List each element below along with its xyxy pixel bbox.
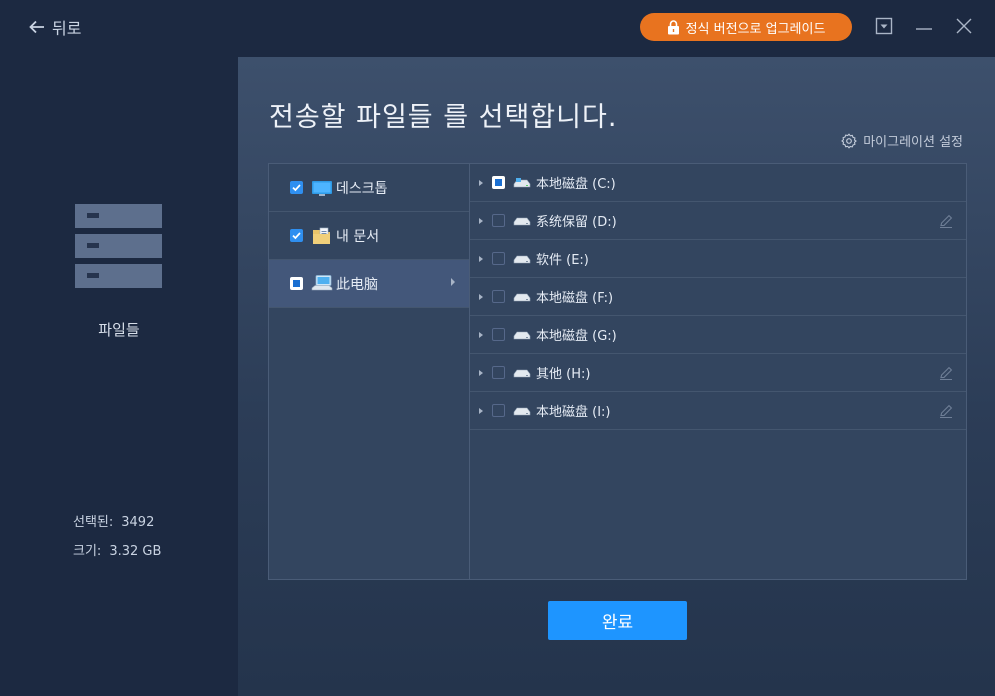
drive-row[interactable]: 本地磁盘 (G:) xyxy=(470,316,966,354)
drive-row[interactable]: 其他 (H:) xyxy=(470,354,966,392)
documents-folder-icon xyxy=(311,226,333,246)
minimize-button[interactable] xyxy=(912,14,936,38)
dropdown-icon xyxy=(875,17,893,35)
minimize-icon xyxy=(916,28,932,30)
category-label: 此电脑 xyxy=(336,276,378,293)
category-label: 내 문서 xyxy=(336,228,380,245)
drive-icon xyxy=(513,291,531,303)
checkmark-icon xyxy=(292,232,301,240)
checkbox[interactable] xyxy=(290,181,303,194)
drive-label: 本地磁盘 (I:) xyxy=(536,405,611,420)
category-documents[interactable]: 내 문서 xyxy=(269,212,469,260)
expand-arrow-icon[interactable] xyxy=(479,217,483,224)
size-label: 크기: xyxy=(73,544,102,559)
system-drive-icon xyxy=(513,177,531,189)
drive-icon xyxy=(513,253,531,265)
lock-icon xyxy=(667,19,679,34)
done-button[interactable]: 완료 xyxy=(548,601,687,640)
file-selection-panel: 데스크톱 내 문서 此电脑 本地磁盘 (C:) 系统保留 (D:) 软件 (E:) 本… xyxy=(268,163,967,580)
checkbox[interactable] xyxy=(492,290,505,303)
main-content: 전송할 파일들 를 선택합니다. 마이그레이션 설정 데스크톱 내 문서 此电脑 xyxy=(238,57,995,696)
gear-icon xyxy=(841,132,858,149)
expand-arrow-icon[interactable] xyxy=(479,179,483,186)
drive-label: 软件 (E:) xyxy=(536,253,589,268)
selected-value: 3492 xyxy=(121,515,155,530)
checkbox[interactable] xyxy=(290,229,303,242)
category-label: 데스크톱 xyxy=(336,180,388,197)
drive-label: 本地磁盘 (C:) xyxy=(536,177,616,192)
expand-arrow-icon[interactable] xyxy=(479,331,483,338)
sidebar: 파일들 선택된: 3492 크기: 3.32 GB xyxy=(0,57,238,696)
category-this-pc[interactable]: 此电脑 xyxy=(269,260,469,308)
title-bar: 뒤로 정식 버전으로 업그레이드 xyxy=(0,0,995,57)
drive-label: 本地磁盘 (G:) xyxy=(536,329,617,344)
close-icon xyxy=(956,18,972,34)
files-label: 파일들 xyxy=(98,321,140,339)
drive-row[interactable]: 本地磁盘 (C:) xyxy=(470,164,966,202)
expand-arrow-icon[interactable] xyxy=(479,293,483,300)
upgrade-label: 정식 버전으로 업그레이드 xyxy=(685,21,826,37)
drive-icon xyxy=(513,215,531,227)
checkbox[interactable] xyxy=(290,277,303,290)
arrow-left-icon xyxy=(29,20,44,34)
checkbox[interactable] xyxy=(492,214,505,227)
checkmark-icon xyxy=(292,184,301,192)
category-desktop[interactable]: 데스크톱 xyxy=(269,164,469,212)
upgrade-button[interactable]: 정식 버전으로 업그레이드 xyxy=(640,13,852,41)
drive-icon xyxy=(513,405,531,417)
expand-arrow-icon[interactable] xyxy=(479,369,483,376)
selected-size: 크기: 3.32 GB xyxy=(73,540,169,559)
drive-label: 系统保留 (D:) xyxy=(536,215,617,230)
checkbox[interactable] xyxy=(492,176,505,189)
dropdown-menu-button[interactable] xyxy=(872,14,896,38)
category-list: 데스크톱 내 문서 此电脑 xyxy=(269,164,470,579)
drive-row[interactable]: 系统保留 (D:) xyxy=(470,202,966,240)
drive-icon xyxy=(513,367,531,379)
drive-label: 本地磁盘 (F:) xyxy=(536,291,614,306)
desktop-icon xyxy=(311,178,333,198)
expand-arrow-icon[interactable] xyxy=(479,407,483,414)
drive-label: 其他 (H:) xyxy=(536,367,591,382)
drive-icon xyxy=(513,329,531,341)
back-label: 뒤로 xyxy=(52,19,82,38)
size-value: 3.32 GB xyxy=(109,544,162,559)
checkbox[interactable] xyxy=(492,252,505,265)
page-title: 전송할 파일들 를 선택합니다. xyxy=(269,102,618,133)
checkbox[interactable] xyxy=(492,404,505,417)
checkbox[interactable] xyxy=(492,328,505,341)
checkbox[interactable] xyxy=(492,366,505,379)
back-button[interactable]: 뒤로 xyxy=(28,15,81,39)
migration-settings-link[interactable]: 마이그레이션 설정 xyxy=(841,131,963,150)
settings-label: 마이그레이션 설정 xyxy=(863,135,963,150)
edit-pencil-icon[interactable] xyxy=(938,403,954,419)
computer-icon xyxy=(311,274,333,294)
chevron-right-icon xyxy=(451,278,455,286)
drive-row[interactable]: 本地磁盘 (F:) xyxy=(470,278,966,316)
selected-count: 선택된: 3492 xyxy=(73,511,162,530)
drive-row[interactable]: 软件 (E:) xyxy=(470,240,966,278)
close-button[interactable] xyxy=(952,14,976,38)
expand-arrow-icon[interactable] xyxy=(479,255,483,262)
drive-row[interactable]: 本地磁盘 (I:) xyxy=(470,392,966,430)
selected-label: 선택된: xyxy=(73,515,114,530)
edit-pencil-icon[interactable] xyxy=(938,365,954,381)
edit-pencil-icon[interactable] xyxy=(938,213,954,229)
